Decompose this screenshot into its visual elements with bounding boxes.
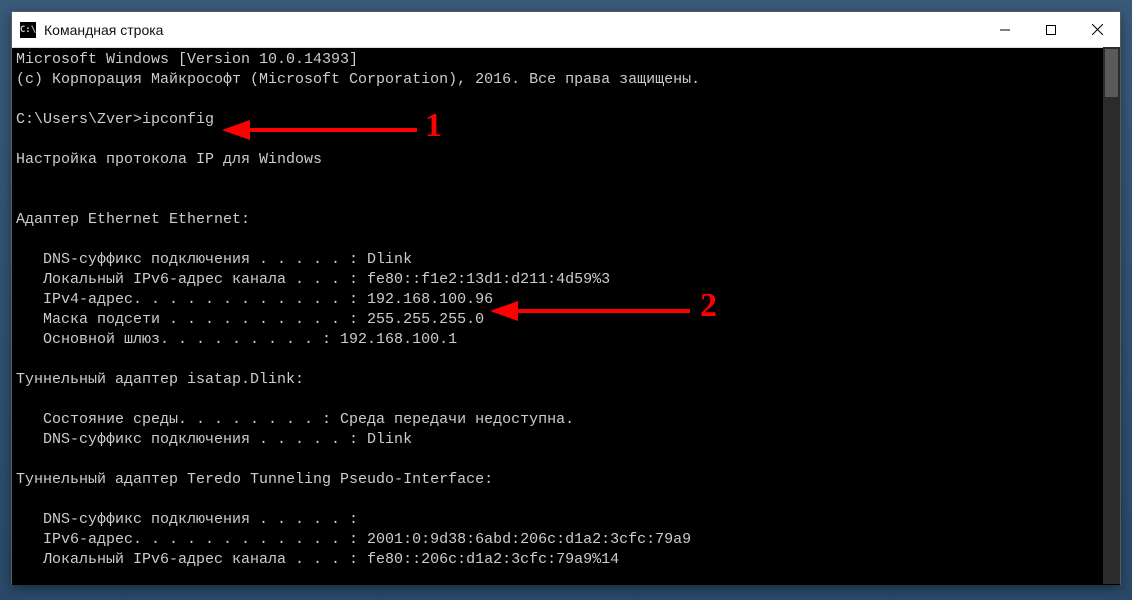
close-button[interactable] — [1074, 12, 1120, 47]
maximize-button[interactable] — [1028, 12, 1074, 47]
scrollbar-thumb[interactable] — [1105, 49, 1118, 97]
minimize-button[interactable] — [982, 12, 1028, 47]
vertical-scrollbar[interactable] — [1103, 47, 1120, 584]
command-prompt-window: C:\ Командная строка Microsoft Windows [… — [11, 11, 1121, 585]
window-controls — [982, 12, 1120, 47]
window-title: Командная строка — [44, 22, 163, 38]
cmd-icon: C:\ — [20, 22, 36, 38]
titlebar[interactable]: C:\ Командная строка — [12, 12, 1120, 48]
terminal-area[interactable]: Microsoft Windows [Version 10.0.14393] (… — [12, 48, 1120, 585]
terminal-text: Microsoft Windows [Version 10.0.14393] (… — [12, 48, 1120, 570]
